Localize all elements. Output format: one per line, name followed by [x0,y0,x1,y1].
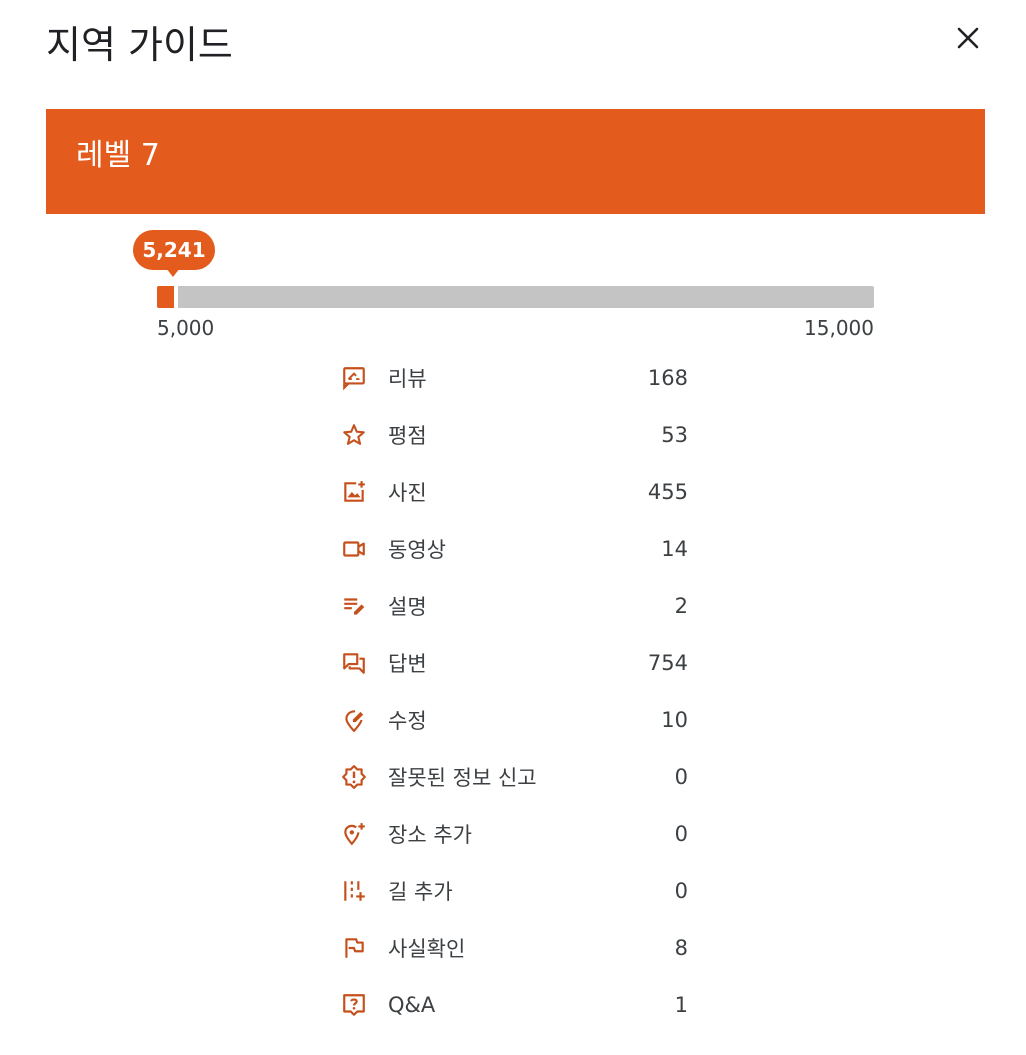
stat-value: 53 [661,422,688,447]
video-icon [340,535,368,563]
stat-row-places-added[interactable]: 장소 추가 0 [340,805,700,862]
stat-row-ratings[interactable]: 평점 53 [340,406,700,463]
progress-max-label: 15,000 [804,316,874,340]
contribution-stats-list: 리뷰 168 평점 53 사진 455 동영상 14 설명 2 답변 754 수… [340,349,700,1033]
add-road-icon [340,877,368,905]
stat-value: 10 [661,707,688,732]
stat-label: Q&A [388,992,436,1017]
stat-row-reviews[interactable]: 리뷰 168 [340,349,700,406]
close-icon [957,27,979,49]
stat-label: 설명 [388,594,427,619]
stat-row-edits[interactable]: 수정 10 [340,691,700,748]
stat-value: 8 [674,935,688,960]
stat-row-descriptions[interactable]: 설명 2 [340,577,700,634]
level-progress-bar [157,286,874,308]
level-label: 레벨 7 [76,138,160,173]
qa-icon [340,991,368,1019]
add-photo-icon [340,478,368,506]
level-progress-fill [157,286,174,308]
add-place-icon [340,820,368,848]
report-icon [340,763,368,791]
stat-value: 2 [674,593,688,618]
stat-label: 장소 추가 [388,822,472,847]
stat-row-fact-checks[interactable]: 사실확인 8 [340,919,700,976]
stat-value: 0 [674,878,688,903]
points-badge: 5,241 [133,230,215,270]
stat-label: 잘못된 정보 신고 [388,765,537,790]
level-banner: 레벨 7 [46,109,985,214]
stat-value: 0 [674,764,688,789]
review-icon [340,364,368,392]
stat-row-answers[interactable]: 답변 754 [340,634,700,691]
page-title: 지역 가이드 [46,23,233,67]
points-badge-pointer [166,268,180,277]
answer-icon [340,649,368,677]
stat-label: 수정 [388,708,427,733]
flag-icon [340,934,368,962]
stat-row-videos[interactable]: 동영상 14 [340,520,700,577]
stat-row-photos[interactable]: 사진 455 [340,463,700,520]
description-edit-icon [340,592,368,620]
stat-row-qa[interactable]: Q&A 1 [340,976,700,1033]
stat-value: 168 [647,365,688,390]
stat-value: 14 [661,536,688,561]
stat-value: 754 [647,650,688,675]
progress-min-label: 5,000 [157,316,215,340]
stat-label: 동영상 [388,537,446,562]
close-button[interactable] [950,20,986,56]
stat-row-reports[interactable]: 잘못된 정보 신고 0 [340,748,700,805]
stat-label: 길 추가 [388,879,453,904]
stat-label: 사실확인 [388,936,466,961]
stat-value: 1 [674,992,688,1017]
star-icon [340,421,368,449]
stat-label: 평점 [388,423,427,448]
stat-value: 455 [647,479,688,504]
edit-place-icon [340,706,368,734]
stat-value: 0 [674,821,688,846]
level-progress-divider [174,286,178,308]
stat-row-roads-added[interactable]: 길 추가 0 [340,862,700,919]
